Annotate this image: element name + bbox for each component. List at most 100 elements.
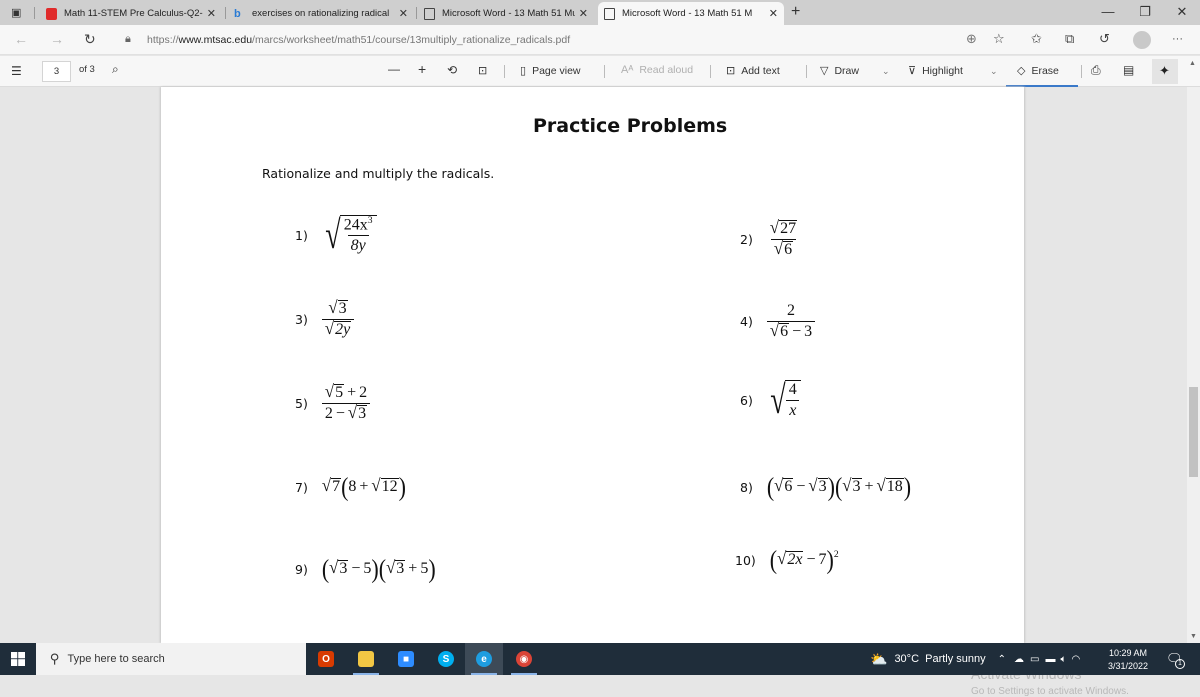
add-favorite-icon[interactable]: ☆ xyxy=(993,31,1005,47)
tab-word-doc[interactable]: Microsoft Word - 13 Math 51 Mu ✕ xyxy=(418,2,594,25)
more-options-icon[interactable]: ··· xyxy=(1172,33,1183,45)
draw-icon: ▽ xyxy=(820,65,829,77)
start-button[interactable] xyxy=(0,643,36,675)
problem-number: 5) xyxy=(295,395,308,411)
close-tab-icon[interactable]: ✕ xyxy=(579,7,588,20)
zoom-app-icon: ■ xyxy=(398,651,414,667)
tab-pdf[interactable]: Math 11-STEM Pre Calculus-Q2- ✕ xyxy=(40,2,222,25)
favorites-icon[interactable]: ✩ xyxy=(1031,31,1042,47)
url-field[interactable]: https://www.mtsac.edu/marcs/worksheet/ma… xyxy=(147,34,570,46)
scroll-up-arrow[interactable]: ▲ xyxy=(1189,60,1196,67)
forward-icon[interactable]: → xyxy=(50,31,64,47)
pdf-viewer: Practice Problems Rationalize and multip… xyxy=(0,87,1200,697)
problem-1-expression: √ 24x3 8y xyxy=(322,215,377,255)
problem-8: 8) (√ 6− √ 3) (√ 3 + √ 18) xyxy=(740,473,911,499)
search-icon[interactable]: ⌕ xyxy=(112,62,119,77)
tab-word-doc-active[interactable]: Microsoft Word - 13 Math 51 M ✕ xyxy=(598,2,784,25)
volume-icon[interactable]: 🔈︎ xyxy=(1061,654,1067,665)
page-view-icon: ▯ xyxy=(520,65,527,77)
action-center-button[interactable]: 🗨︎ 1 xyxy=(1166,651,1185,669)
onedrive-icon[interactable]: ☁ xyxy=(1014,654,1024,665)
problem-number: 1) xyxy=(295,227,308,243)
close-tab-icon[interactable]: ✕ xyxy=(399,7,408,20)
taskbar-app-zoom[interactable]: ■ xyxy=(387,643,425,675)
close-window-button[interactable]: ✕ xyxy=(1167,4,1197,20)
taskbar-app-file-explorer[interactable] xyxy=(347,643,385,675)
scrollbar-thumb[interactable] xyxy=(1189,386,1198,477)
meet-now-icon[interactable]: ▭ xyxy=(1030,654,1039,665)
system-tray: ⛅ 30°C Partly sunny ⌃ ☁ ▭ ▬ 🔈︎ ◠ xyxy=(870,643,1080,675)
battery-icon[interactable]: ▬ xyxy=(1046,654,1056,665)
read-aloud-button[interactable]: Aᴬ Read aloud xyxy=(621,64,693,76)
document-icon xyxy=(424,7,435,20)
highlight-options-chevron-icon[interactable]: ⌄ xyxy=(990,66,998,77)
taskbar-app-chrome[interactable]: ◉ xyxy=(505,643,543,675)
draw-options-chevron-icon[interactable]: ⌄ xyxy=(882,66,890,77)
back-icon[interactable]: ← xyxy=(14,31,28,47)
clock[interactable]: 10:29 AM 3/31/2022 xyxy=(1108,647,1148,673)
problem-1: 1) √ 24x3 8y xyxy=(295,215,377,255)
taskbar-app-skype[interactable]: S xyxy=(427,643,465,675)
highlight-icon: ⊽ xyxy=(908,65,917,77)
pdf-icon xyxy=(46,7,57,20)
problem-10: 10) (√ 2x −7) 2 xyxy=(735,544,839,575)
page-view-button[interactable]: ▯ Page view xyxy=(520,64,581,78)
save-icon[interactable]: ▤ xyxy=(1123,63,1134,77)
fit-to-width-icon[interactable]: ⊡ xyxy=(478,64,487,77)
problem-10-expression: (√ 2x −7) 2 xyxy=(769,544,839,575)
weather-widget[interactable]: 30°C Partly sunny xyxy=(894,653,985,665)
page-number-input[interactable]: 3 xyxy=(42,61,71,82)
history-icon[interactable]: ↺ xyxy=(1099,31,1110,47)
highlight-button[interactable]: ⊽ Highlight xyxy=(908,64,963,78)
collections-icon[interactable]: ⧉ xyxy=(1065,31,1074,47)
problem-number: 4) xyxy=(740,313,753,329)
restore-button[interactable]: ❐ xyxy=(1130,4,1160,20)
taskbar-app-edge[interactable]: e xyxy=(465,643,503,675)
taskbar-search-input[interactable]: ⚲ Type here to search xyxy=(36,643,306,675)
problem-5-expression: √ 5 +2 2− √ 3 xyxy=(321,383,371,423)
draw-button[interactable]: ▽ Draw xyxy=(820,64,859,78)
print-icon[interactable]: ⎙ xyxy=(1091,63,1101,78)
add-text-icon: ⊡ xyxy=(726,65,736,77)
chrome-icon: ◉ xyxy=(516,651,532,667)
problem-4: 4) 2 √ 6−3 xyxy=(740,302,816,340)
taskbar: ⚲ Type here to search O ■ S e ◉ ⛅ 30°C P… xyxy=(0,643,1200,675)
new-tab-button[interactable]: + xyxy=(791,3,800,21)
rotate-icon[interactable]: ⟲ xyxy=(447,63,457,77)
scroll-down-arrow[interactable]: ▼ xyxy=(1190,633,1197,640)
close-tab-icon[interactable]: ✕ xyxy=(769,7,778,20)
zoom-icon[interactable]: ⊕ xyxy=(966,31,977,47)
taskbar-app-office[interactable]: O xyxy=(307,643,345,675)
page-title: Practice Problems xyxy=(533,115,728,137)
show-hidden-icons-chevron-icon[interactable]: ⌃ xyxy=(998,654,1006,665)
minimize-button[interactable]: — xyxy=(1093,4,1123,19)
problem-7: 7) √ 7 (8 + √ 12) xyxy=(295,471,406,502)
refresh-icon[interactable]: ↻ xyxy=(84,31,96,48)
folder-icon xyxy=(358,651,374,667)
problem-4-expression: 2 √ 6−3 xyxy=(766,302,816,340)
problem-7-expression: √ 7 (8 + √ 12) xyxy=(321,471,406,502)
erase-button[interactable]: ◇ Erase xyxy=(1017,64,1059,78)
profile-avatar[interactable] xyxy=(1133,31,1151,49)
problem-9-expression: (√ 3−5) (√ 3 +5) xyxy=(321,553,436,584)
problem-9: 9) (√ 3−5) (√ 3 +5) xyxy=(295,553,436,584)
close-tab-icon[interactable]: ✕ xyxy=(207,7,216,20)
pdf-page: Practice Problems Rationalize and multip… xyxy=(161,87,1024,643)
notification-count-badge: 1 xyxy=(1175,659,1185,669)
wifi-icon[interactable]: ◠ xyxy=(1072,654,1081,665)
pin-icon: ✦ xyxy=(1159,63,1170,78)
skype-icon: S xyxy=(438,651,454,667)
tab-actions-icon[interactable]: ▣ xyxy=(11,6,21,19)
tab-bing-search[interactable]: b exercises on rationalizing radical ✕ xyxy=(228,2,414,25)
document-icon xyxy=(604,7,615,20)
lock-icon: 🔒︎ xyxy=(125,33,131,45)
pin-toolbar-button[interactable]: ✦ xyxy=(1152,59,1178,84)
vertical-scrollbar[interactable]: ▼ xyxy=(1187,87,1200,643)
table-of-contents-icon[interactable]: ☰ xyxy=(11,64,22,78)
office-icon: O xyxy=(318,651,334,667)
eraser-icon: ◇ xyxy=(1017,65,1026,77)
zoom-out-button[interactable]: — xyxy=(388,62,400,76)
add-text-button[interactable]: ⊡ Add text xyxy=(726,64,780,78)
zoom-in-button[interactable]: + xyxy=(418,61,426,77)
edge-icon: e xyxy=(476,651,492,667)
